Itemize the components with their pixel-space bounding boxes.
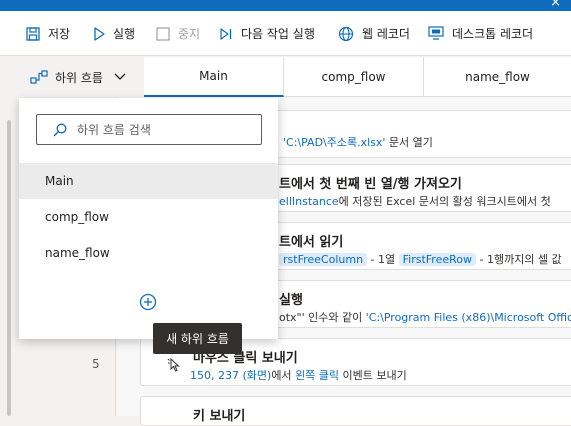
action-title: 트에서 첫 번째 빈 열/행 가져오기 [279,177,462,192]
run-label: 실행 [113,27,136,41]
action-description: rstFreeColumn - 1열 FirstFreeRow - 1행까지의 … [279,251,562,267]
subflow-dropdown: 하위 흐름 검색 Main comp_flow name_flow [19,98,278,339]
add-subflow-tooltip: 새 하위 흐름 [153,323,242,354]
plus-circle-icon [139,293,157,311]
subflow-dropdown-button[interactable]: 하위 흐름 [18,57,144,97]
play-icon [94,26,105,41]
chevron-down-icon [114,73,126,80]
action-description: ellInstance에 저장된 Excel 문서의 활성 워크시트에서 첫 [279,193,551,209]
action-title: 트에서 읽기 [279,235,344,250]
flow-icon [30,70,48,84]
tab-label: comp_flow [321,70,386,84]
coordinates: 150, 237 (화면) [190,369,272,382]
tab-comp-flow[interactable]: comp_flow [284,57,424,97]
description-text: 에서 [271,369,296,382]
tab-name-flow[interactable]: name_flow [424,57,571,97]
action-description: otx"' 인수와 같이 'C:\Program Files (x86)\Mic… [279,309,571,325]
description-text: 이벤트 보내기 [339,369,407,382]
tab-label: Main [199,69,228,83]
tab-label: name_flow [465,70,530,84]
action-description: 'C:\PAD\주소록.xlsx' 문서 열기 [283,134,433,150]
action-description: 150, 237 (화면)에서 왼쪽 클릭 이벤트 보내기 [190,367,407,383]
search-placeholder: 하위 흐름 검색 [77,123,151,137]
file-path: 'C:\Program Files (x86)\Microsoft Office [365,311,571,324]
desktop-recorder-label: 데스크톱 레코더 [452,27,534,41]
stop-icon [156,26,170,41]
subflow-item-name-flow[interactable]: name_flow [19,235,278,271]
subflow-item-label: Main [45,174,74,188]
description-text: - 1행까지의 셀 값 [476,253,562,266]
subflow-item-main[interactable]: Main [19,163,278,199]
subflow-label: 하위 흐름 [55,70,103,85]
stop-button[interactable]: 중지 [156,11,200,56]
next-action-button[interactable]: 다음 작업 실행 [219,11,315,56]
title-bar: × [0,0,571,11]
tab-main[interactable]: Main [144,57,284,97]
variable: ellInstance [279,195,339,208]
add-subflow-button[interactable] [139,293,157,315]
web-recorder-label: 웹 레코더 [362,27,410,41]
action-title: 실행 [279,293,303,308]
action-title: 키 보내기 [193,409,246,424]
line-number: 5 [92,357,100,371]
click-type: 왼쪽 클릭 [295,369,340,382]
run-button[interactable]: 실행 [93,11,135,56]
save-label: 저장 [48,27,71,41]
variable-chip: rstFreeColumn [279,253,368,266]
action-card[interactable]: 키 보내기 [140,396,571,426]
description-text: 문서 열기 [385,136,433,149]
file-path: 'C:\PAD\주소록.xlsx' [283,136,386,149]
close-icon[interactable]: × [550,0,561,10]
variable-chip: FirstFreeRow [398,253,476,266]
subflow-item-label: comp_flow [45,210,109,224]
next-action-label: 다음 작업 실행 [241,27,315,41]
subflow-item-label: name_flow [45,246,110,260]
description-text: - 1열 [367,253,399,266]
save-icon [26,26,40,41]
description-text: otx"' 인수와 같이 [279,311,366,324]
desktop-recorder-button[interactable]: 데스크톱 레코더 [428,11,533,56]
subflow-search-input[interactable]: 하위 흐름 검색 [36,114,262,145]
scrollbar[interactable] [7,120,11,416]
save-button[interactable]: 저장 [26,11,70,56]
description-text: 에 저장된 Excel 문서의 활성 워크시트에서 첫 [338,195,551,208]
mouse-click-icon [167,357,180,372]
globe-icon [338,26,354,41]
stop-label: 중지 [178,27,201,41]
subflow-item-comp-flow[interactable]: comp_flow [19,199,278,235]
search-icon [53,123,67,136]
monitor-icon [428,26,444,40]
subflow-tabs: Main comp_flow name_flow [144,57,571,97]
step-icon [220,27,232,40]
web-recorder-button[interactable]: 웹 레코더 [338,11,410,56]
toolbar: 저장 실행 중지 다음 작업 실행 웹 레코더 데스크톱 레코더 [0,11,571,56]
